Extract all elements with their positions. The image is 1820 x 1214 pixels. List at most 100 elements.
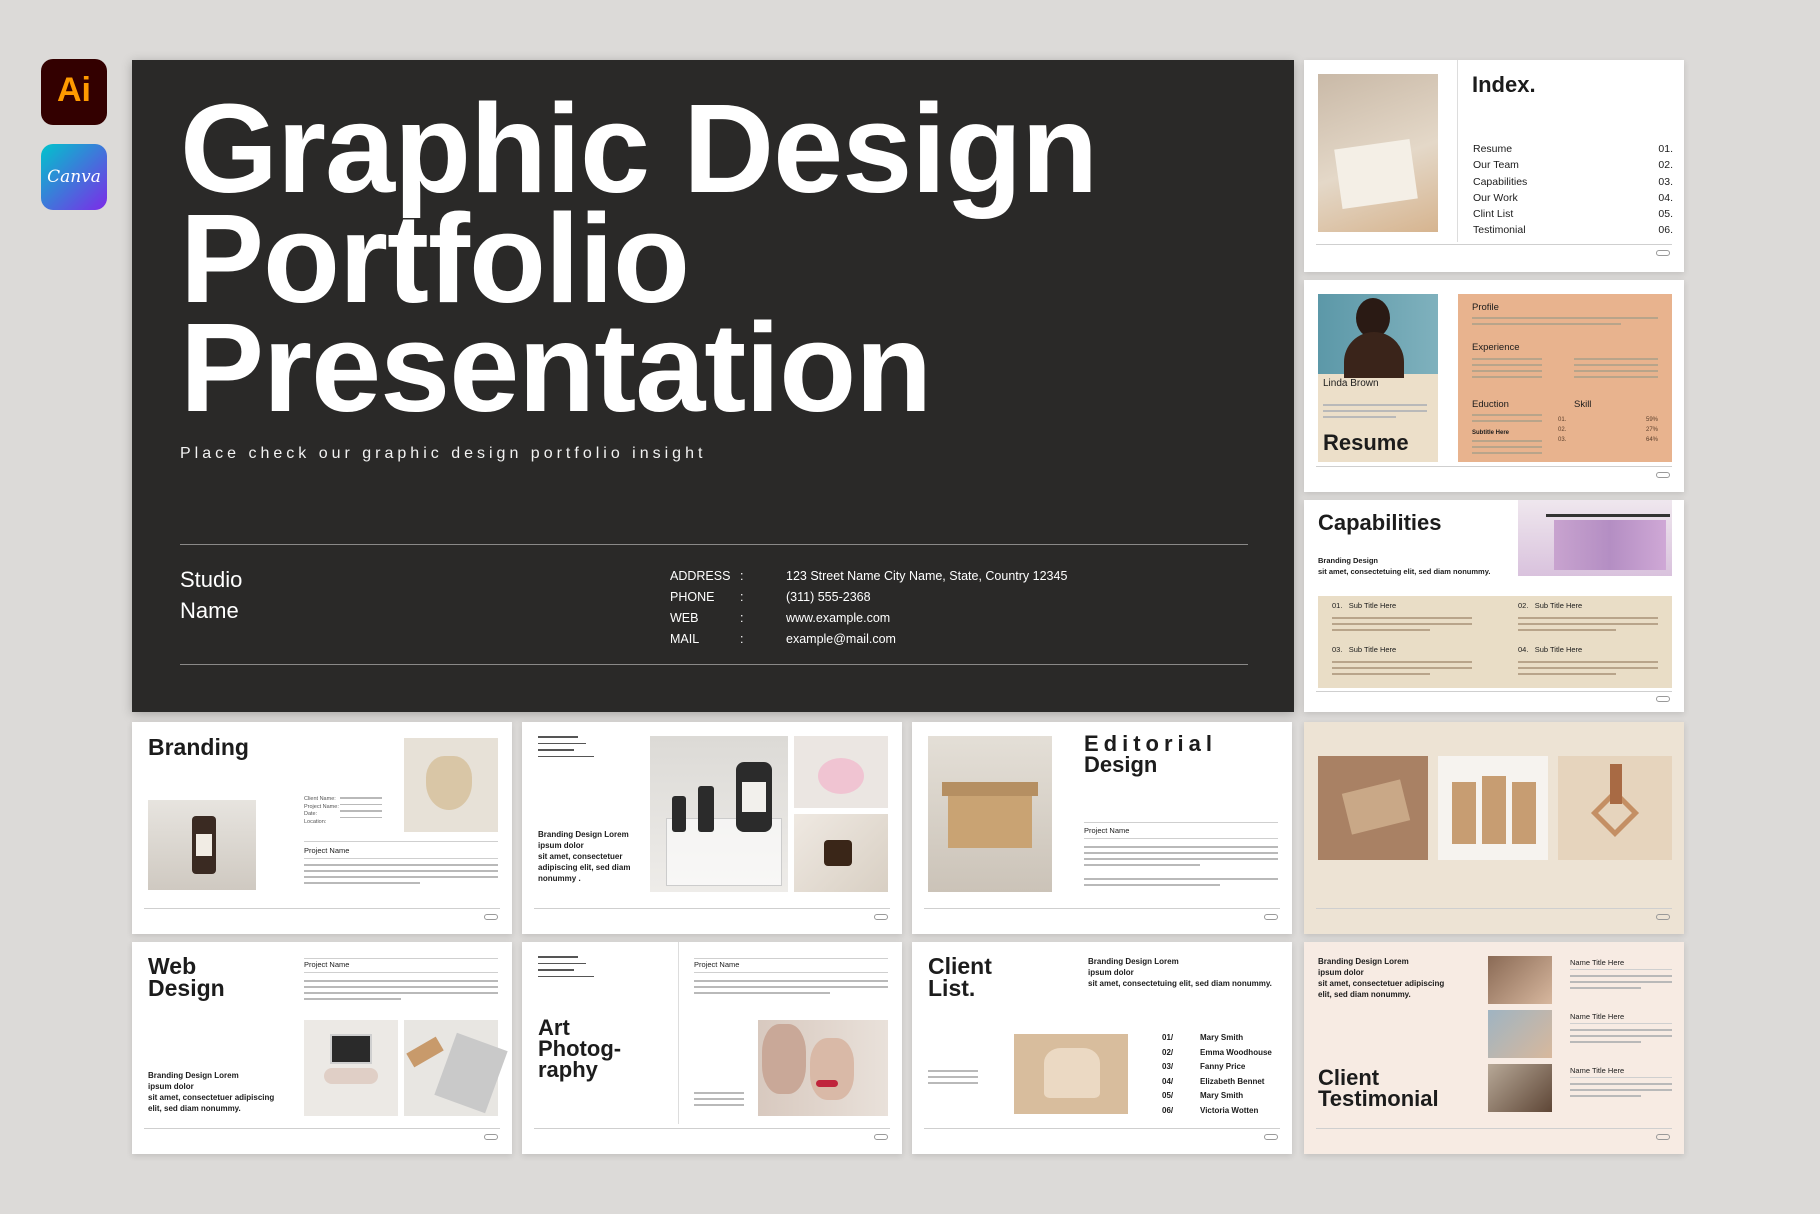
art-photography-slide: Art Photog-raphy Project Name	[522, 942, 902, 1154]
client-list-slide: Client List. Branding Design Lorem ipsum d…	[912, 942, 1292, 1154]
avatar	[1488, 1064, 1552, 1112]
page-number	[1656, 914, 1670, 920]
contact-row: WEB: www.example.com	[670, 607, 1067, 628]
skill-list: 01. 59% 02. 27% 03. 64%	[1558, 417, 1658, 443]
illustrator-icon-label: Ai	[57, 71, 91, 109]
contact-row: MAIL: example@mail.com	[670, 628, 1067, 649]
photo-kraft-box-frame	[1558, 756, 1672, 860]
avatar	[1488, 956, 1552, 1004]
cap-item: 03. Sub Title Here	[1332, 645, 1397, 654]
photo-kraft-tag	[1318, 756, 1428, 860]
client-testimonial-slide: Branding Design Lorem ipsum dolor sit amet…	[1304, 942, 1684, 1154]
page-number	[1264, 914, 1278, 920]
divider	[180, 664, 1248, 665]
photo-kraft-cartons	[1438, 756, 1548, 860]
photo-portrait	[1318, 294, 1438, 378]
branding-title: Branding	[148, 734, 249, 760]
cover-title-line: Presentation	[180, 297, 932, 439]
index-list: Resume 01. Our Team 02. Capabilities 03. Ou…	[1473, 141, 1673, 239]
client-list-bold: Branding Design Lorem ipsum dolor sit amet…	[1088, 957, 1272, 988]
client-list-title: Client List.	[928, 953, 992, 1001]
project-name: Project Name	[694, 960, 740, 969]
cover-slide: Graphic Design Portfolio Presentation Pl…	[132, 60, 1294, 712]
resume-slide: Linda Brown Resume Profile Experience Ed…	[1304, 280, 1684, 492]
studio-name: Studio Name	[180, 567, 243, 623]
page-number	[1656, 1134, 1670, 1140]
education-heading: Eduction	[1472, 399, 1509, 410]
contact-block: ADDRESS: 123 Street Name City Name, State…	[670, 565, 1067, 649]
page-number	[484, 1134, 498, 1140]
page-number	[484, 914, 498, 920]
art-title: Art Photog-raphy	[538, 1015, 622, 1082]
capabilities-slide: Capabilities Branding Design sit amet, c…	[1304, 500, 1684, 712]
list-item: 05/Mary Smith	[1162, 1091, 1244, 1100]
contact-key: ADDRESS	[670, 568, 731, 583]
testimonial-name: Name Title Here	[1570, 1012, 1625, 1021]
index-item: Our Team 02.	[1473, 159, 1673, 172]
index-item: Testimonial 06.	[1473, 224, 1673, 237]
contact-row: PHONE: (311) 555-2368	[670, 586, 1067, 607]
index-item: Capabilities 03.	[1473, 175, 1673, 188]
contact-sep: :	[740, 568, 744, 583]
project-name: Project Name	[304, 960, 350, 969]
index-slide: Index. Resume 01. Our Team 02. Capabilitie…	[1304, 60, 1684, 272]
testimonial-name: Name Title Here	[1570, 958, 1625, 967]
page-number	[874, 1134, 888, 1140]
packaging-slide	[1304, 722, 1684, 934]
photo-vase	[404, 738, 498, 832]
testimonial-bold: Branding Design Lorem ipsum dolor sit amet…	[1318, 957, 1445, 999]
web-bold-text: Branding Design Lorem ipsum dolor sit amet…	[148, 1071, 275, 1113]
contact-sep: :	[740, 589, 744, 604]
person-name: Linda Brown	[1323, 378, 1379, 389]
list-item: 02/Emma Woodhouse	[1162, 1047, 1272, 1057]
contact-value: example@mail.com	[786, 631, 896, 646]
editorial-slide: Editorial Design Project Name	[912, 722, 1292, 934]
branding-slide: Branding Client Name: Project Name: Date: L…	[132, 722, 512, 934]
experience-heading: Experience	[1472, 342, 1520, 353]
project-name: Project Name	[304, 846, 350, 855]
photo-cream-jar	[794, 814, 888, 892]
contact-sep: :	[740, 631, 744, 646]
cap-item: 01. Sub Title Here	[1332, 601, 1397, 610]
canva-icon: Canva	[41, 144, 107, 210]
cover-title: Graphic Design Portfolio Presentation	[180, 86, 1098, 439]
product-bold-text: Branding Design Lorem ipsum dolor sit amet…	[538, 830, 631, 883]
project-name: Project Name	[1084, 826, 1130, 835]
cap-item: 02. Sub Title Here	[1518, 601, 1583, 610]
capabilities-bold: Branding Design sit amet, consectetuing …	[1318, 556, 1491, 576]
capabilities-title: Capabilities	[1318, 510, 1442, 535]
list-item: 06/Victoria Wotten	[1162, 1105, 1259, 1115]
contact-value: www.example.com	[786, 610, 891, 625]
testimonial-title: Client Testimonial	[1318, 1065, 1439, 1111]
contact-row: ADDRESS: 123 Street Name City Name, State…	[670, 565, 1067, 586]
contact-key: WEB	[670, 610, 699, 625]
contact-key: PHONE	[670, 589, 715, 604]
cover-subtitle: Place check our graphic design portfolio…	[180, 445, 707, 462]
page-number	[1264, 1134, 1278, 1140]
page-number	[1656, 250, 1670, 256]
web-design-slide: Web Design Project Name Branding Design L…	[132, 942, 512, 1154]
index-item: Resume 01.	[1473, 143, 1673, 155]
photo-pump-bottle	[148, 800, 256, 890]
photo-serum-bottles	[650, 736, 788, 892]
page-number	[1656, 696, 1670, 702]
client-names: 01/Mary Smith 02/Emma Woodhouse 03/Fanny…	[1162, 1031, 1272, 1118]
index-title: Index.	[1472, 72, 1536, 97]
photo-stationery	[1318, 74, 1438, 232]
photo-laptop-stool	[304, 1020, 398, 1116]
photo-sweater	[1014, 1034, 1128, 1114]
subtitle-here: Subtitle Here	[1472, 430, 1510, 436]
resume-title: Resume	[1323, 430, 1409, 455]
canva-icon-label: Canva	[47, 167, 101, 187]
testimonial-name: Name Title Here	[1570, 1066, 1625, 1075]
contact-sep: :	[740, 610, 744, 625]
details-labels: Client Name: Project Name: Date: Location:	[304, 796, 339, 825]
list-item: 03/Fanny Price	[1162, 1062, 1246, 1071]
product-slide: Branding Design Lorem ipsum dolor sit amet…	[522, 722, 902, 934]
photo-laptop-cable	[404, 1020, 508, 1116]
photo-pink-jar	[794, 736, 888, 808]
illustrator-icon: Ai	[41, 59, 107, 125]
page-number	[1656, 472, 1670, 478]
divider	[180, 544, 1248, 545]
contact-value: (311) 555-2368	[786, 589, 871, 604]
